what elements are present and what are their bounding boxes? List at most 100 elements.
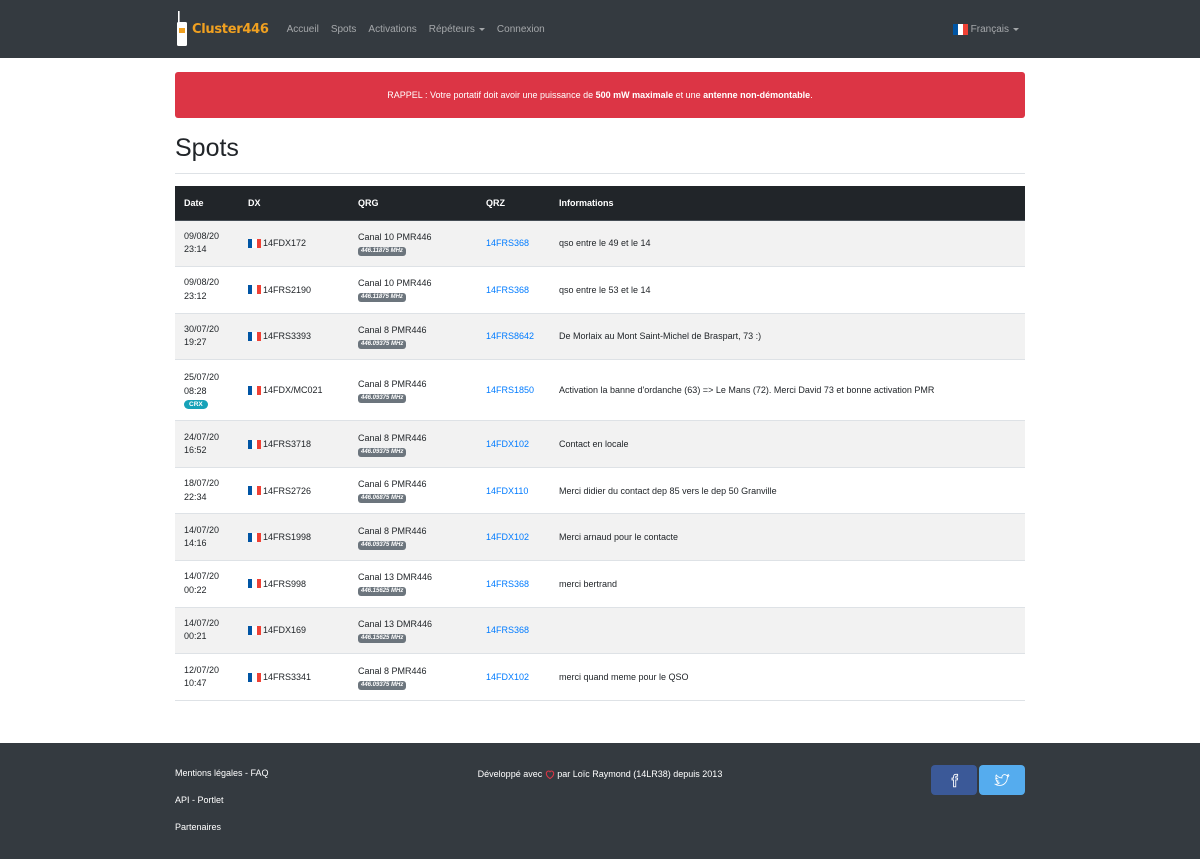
french-flag-icon <box>248 238 261 248</box>
spot-info: Contact en locale <box>559 439 629 450</box>
spot-time: 23:14 <box>184 244 207 255</box>
cell-qrg: Canal 13 DMR446 446.15625 MHz <box>349 561 477 608</box>
qrz-link[interactable]: 14FRS368 <box>486 579 529 589</box>
header-dx: DX <box>239 186 349 221</box>
nav-accueil[interactable]: Accueil <box>287 24 319 35</box>
spot-date: 18/07/20 <box>184 478 220 489</box>
cell-qrz: 14FDX102 <box>477 514 550 561</box>
spot-info: De Morlaix au Mont Saint-Michel de Brasp… <box>559 331 762 342</box>
spot-info: merci quand meme pour le QSO <box>559 672 689 683</box>
frequency-badge: 446.15625 MHz <box>358 587 407 597</box>
header-date: Date <box>175 186 239 221</box>
cell-info: Activation la banne d'ordanche (63) => L… <box>550 360 1025 421</box>
spot-date: 12/07/20 <box>184 664 220 675</box>
twitter-button[interactable] <box>979 765 1025 795</box>
table-row: 14/07/20 14:16 14FRS1998 Canal 8 PMR446 446.… <box>175 513 1025 561</box>
table-row: 14/07/20 00:21 14FDX169 Canal 13 DMR446 446.… <box>175 607 1025 654</box>
spot-channel: Canal 8 PMR446 <box>358 324 427 335</box>
frequency-badge: 446.11875 MHz <box>358 246 406 256</box>
french-flag-icon <box>248 439 261 449</box>
cell-info: Contact en locale <box>550 421 1025 468</box>
footer: Mentions légales - FAQ API - Portlet Par… <box>0 743 1200 859</box>
credit-suffix: par Loïc Raymond (14LR38) depuis 2013 <box>554 769 723 779</box>
spot-info: qso entre le 49 et le 14 <box>559 238 651 249</box>
qrz-link[interactable]: 14FRS8642 <box>486 331 534 341</box>
frequency-badge: 446.09375 MHz <box>358 393 407 403</box>
cell-date: 18/07/20 22:34 <box>175 467 239 514</box>
qrz-link[interactable]: 14FRS1850 <box>486 385 534 395</box>
qrz-link[interactable]: 14FDX102 <box>486 672 529 682</box>
french-flag-icon <box>248 532 261 542</box>
alert-suffix: . <box>810 90 813 100</box>
spot-time: 16:52 <box>184 445 207 456</box>
cell-info: qso entre le 49 et le 14 <box>550 220 1025 267</box>
cell-info: merci bertrand <box>550 561 1025 608</box>
reminder-alert: RAPPEL : Votre portatif doit avoir une p… <box>175 72 1025 118</box>
cell-qrg: Canal 8 PMR446 446.09375 MHz <box>349 313 477 360</box>
nav-menu: Accueil Spots Activations Répéteurs Conn… <box>287 24 545 35</box>
cell-date: 24/07/20 16:52 <box>175 421 239 468</box>
heart-icon <box>545 770 554 780</box>
nav-connexion[interactable]: Connexion <box>497 24 545 35</box>
french-flag-icon <box>248 385 261 395</box>
cell-date: 14/07/20 00:22 <box>175 561 239 608</box>
qrz-link[interactable]: 14FDX110 <box>486 486 528 496</box>
spot-date: 24/07/20 <box>184 431 220 442</box>
spot-dx: 14FRS2726 <box>263 485 312 496</box>
cell-qrg: Canal 10 PMR446 446.11875 MHz <box>349 267 477 314</box>
cell-dx: 14FRS2726 <box>239 467 349 514</box>
qrz-link[interactable]: 14FDX102 <box>486 439 529 449</box>
table-body: 09/08/20 23:14 14FDX172 Canal 10 PMR446 446.… <box>175 220 1025 701</box>
spot-dx: 14FRS3341 <box>263 672 312 683</box>
french-flag-icon <box>248 486 261 496</box>
french-flag-icon <box>248 672 261 682</box>
header-informations: Informations <box>550 186 1025 221</box>
french-flag-icon <box>248 625 261 635</box>
nav-activations[interactable]: Activations <box>368 24 416 35</box>
spot-time: 14:16 <box>184 538 207 549</box>
frequency-badge: 446.09375 MHz <box>358 540 407 550</box>
spot-dx: 14FDX/MC021 <box>263 385 323 396</box>
main-container: RAPPEL : Votre portatif doit avoir une p… <box>175 72 1025 701</box>
cell-qrg: Canal 8 PMR446 446.09375 MHz <box>349 514 477 561</box>
walkie-talkie-icon <box>177 11 187 46</box>
nav-repeteurs-label: Répéteurs <box>428 23 475 35</box>
facebook-icon <box>951 773 958 787</box>
brand-name: Cluster446 <box>192 21 269 37</box>
spot-channel: Canal 8 PMR446 <box>358 432 427 443</box>
spot-dx: 14FRS1998 <box>263 532 312 543</box>
cell-qrz: 14FRS368 <box>477 220 550 267</box>
social-buttons <box>931 765 1025 795</box>
frequency-badge: 446.06875 MHz <box>358 494 407 504</box>
language-dropdown[interactable]: Français <box>952 0 1019 58</box>
nav-spots[interactable]: Spots <box>331 24 357 35</box>
navbar: Cluster446 Accueil Spots Activations Rép… <box>0 0 1200 58</box>
facebook-button[interactable] <box>931 765 977 795</box>
nav-repeteurs-dropdown[interactable]: Répéteurs <box>429 24 485 35</box>
brand-logo[interactable]: Cluster446 <box>175 11 269 47</box>
spots-table: Date DX QRG QRZ Informations 09/08/20 23:… <box>175 186 1025 701</box>
cell-info: Merci arnaud pour le contacte <box>550 514 1025 561</box>
qrz-link[interactable]: 14FDX102 <box>486 532 529 542</box>
table-row: 09/08/20 23:12 14FRS2190 Canal 10 PMR446 446… <box>175 266 1025 314</box>
spot-dx: 14FRS998 <box>263 578 307 589</box>
cell-date: 25/07/20 08:28 CRX <box>175 360 239 421</box>
spot-dx: 14FDX169 <box>263 625 307 636</box>
cell-qrz: 14FRS8642 <box>477 313 550 360</box>
cell-qrz: 14FRS368 <box>477 561 550 608</box>
footer-link-api-portlet[interactable]: API - Portlet <box>175 795 269 805</box>
french-flag-icon <box>248 579 261 589</box>
cell-info: Merci didier du contact dep 85 vers le d… <box>550 467 1025 514</box>
twitter-icon <box>993 773 1010 786</box>
qrz-link[interactable]: 14FRS368 <box>486 238 529 248</box>
cell-dx: 14FRS3718 <box>239 421 349 468</box>
qrz-link[interactable]: 14FRS368 <box>486 625 529 635</box>
table-row: 24/07/20 16:52 14FRS3718 Canal 8 PMR446 446.… <box>175 420 1025 468</box>
cell-info: merci quand meme pour le QSO <box>550 654 1025 701</box>
french-flag-icon <box>248 285 261 295</box>
qrz-link[interactable]: 14FRS368 <box>486 285 529 295</box>
alert-antenna: antenne non-démontable <box>703 90 811 100</box>
spot-info: Activation la banne d'ordanche (63) => L… <box>559 385 935 396</box>
footer-link-partenaires[interactable]: Partenaires <box>175 822 269 832</box>
cell-date: 14/07/20 00:21 <box>175 607 239 654</box>
